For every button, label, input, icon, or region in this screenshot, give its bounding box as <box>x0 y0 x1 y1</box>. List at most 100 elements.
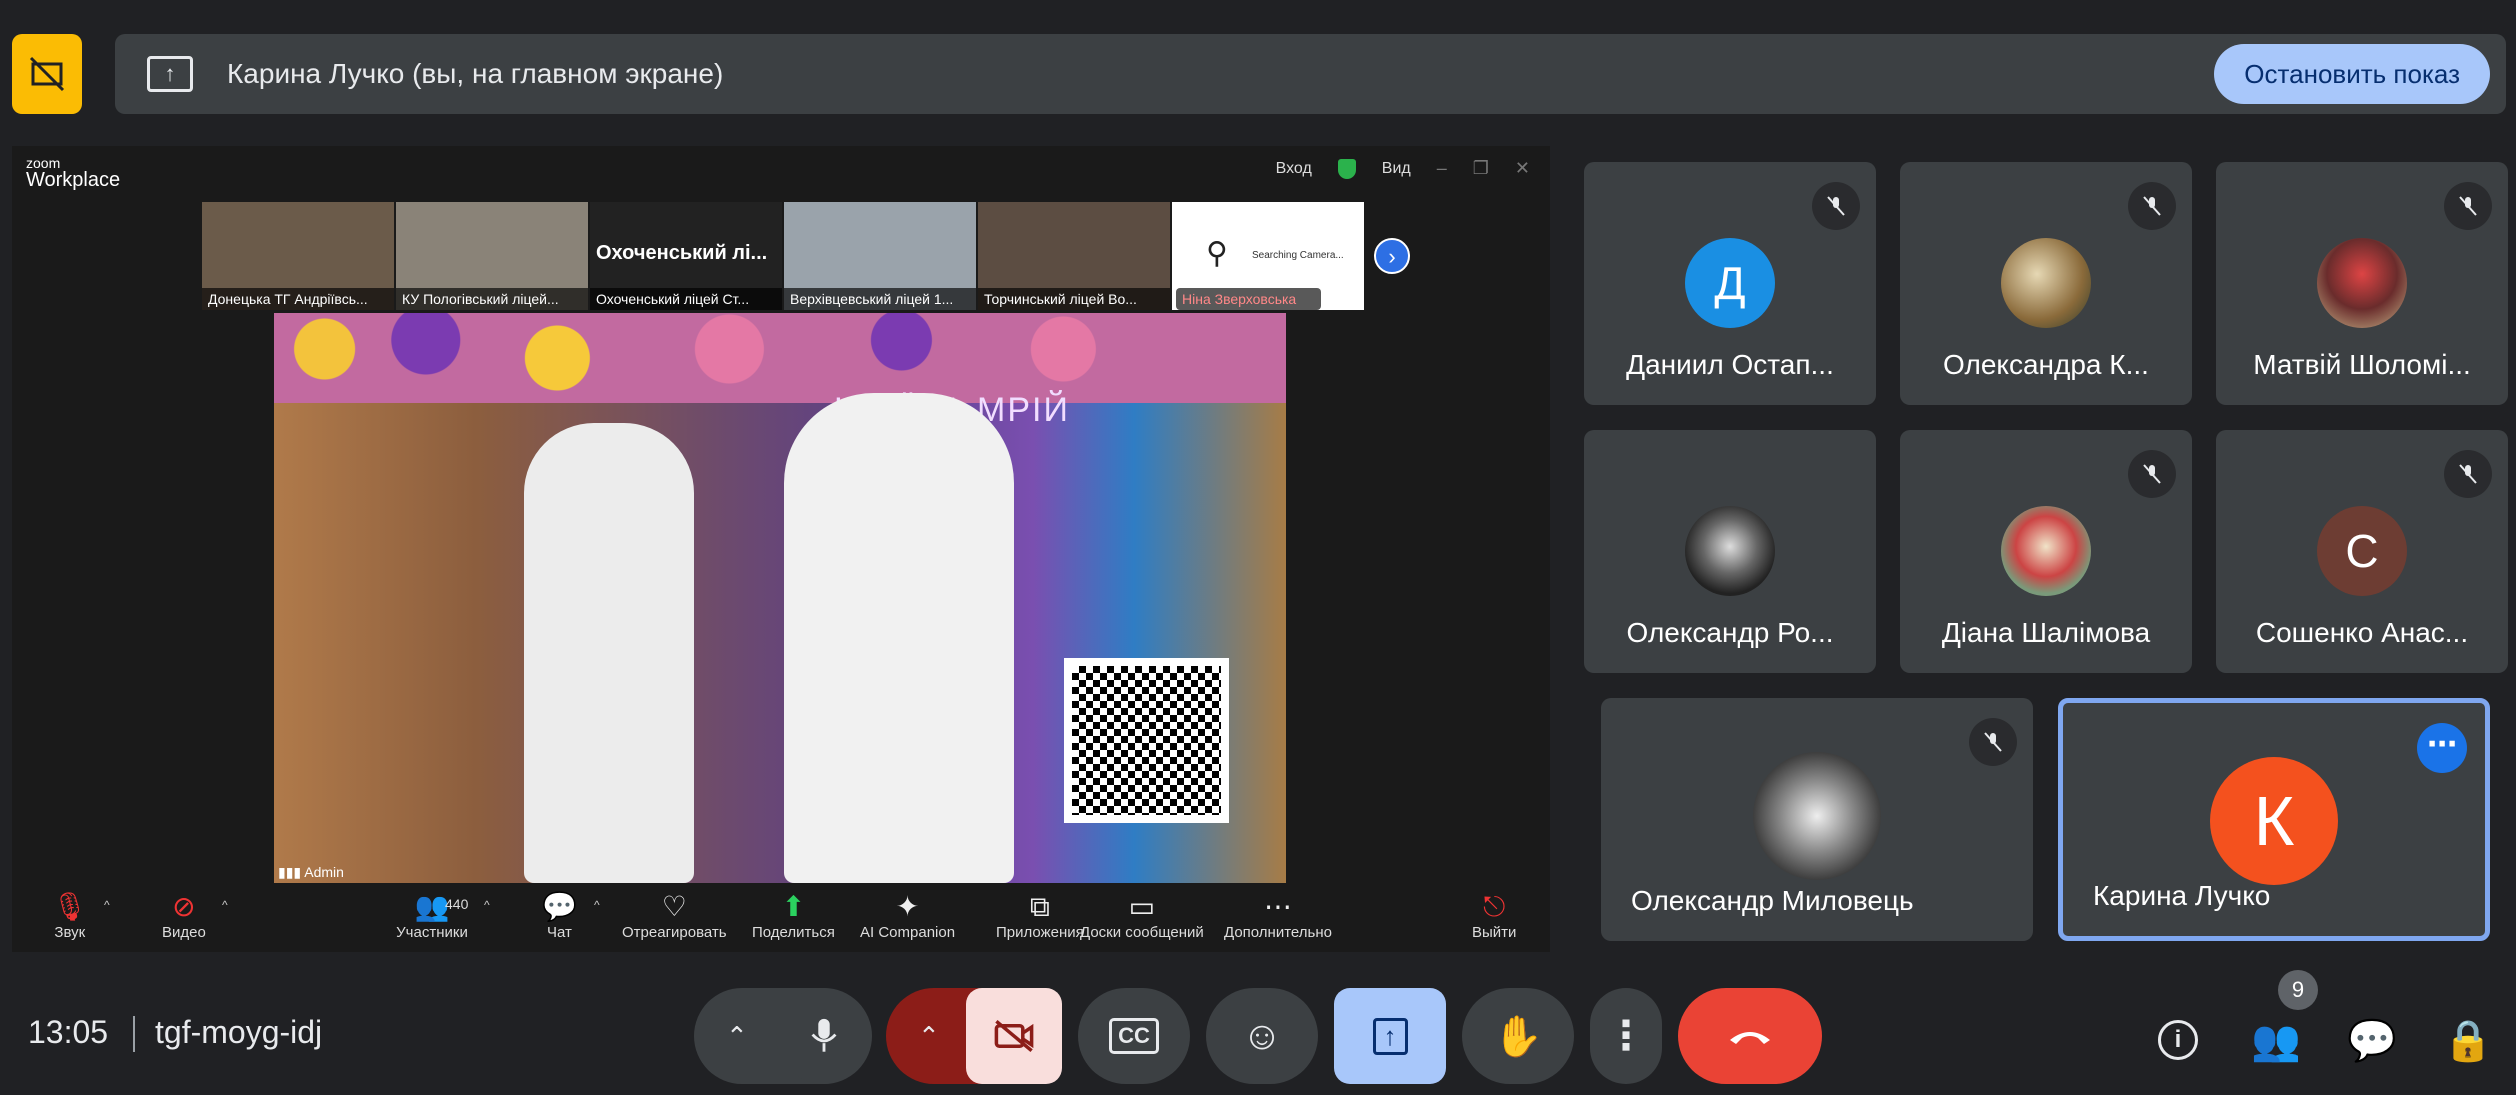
maximize-icon[interactable]: ❐ <box>1473 158 1489 179</box>
participants-count-badge: 9 <box>2278 970 2318 1010</box>
captions-button[interactable]: CC <box>1078 988 1190 1084</box>
participant-name: Сошенко Анас... <box>2255 617 2469 648</box>
host-controls-icon[interactable]: 🔒 <box>2438 1010 2498 1070</box>
raise-hand-button[interactable]: ✋ <box>1462 988 1574 1084</box>
zoom-boards-button[interactable]: ▭ Доски сообщений <box>1080 890 1204 941</box>
zoom-share-button[interactable]: ⬆ Поделиться <box>752 890 835 941</box>
mic-off-icon <box>2444 182 2492 230</box>
stop-presenting-button[interactable]: Остановить показ <box>2214 44 2490 104</box>
chevron-up-icon: ⌃ <box>918 1020 940 1051</box>
video-off-icon <box>994 1019 1034 1053</box>
qr-code <box>1064 658 1229 823</box>
participant-name: Діана Шалімова <box>1941 617 2151 648</box>
mic-off-icon <box>2128 450 2176 498</box>
avatar: К <box>2210 757 2338 885</box>
zoom-chat-label: Чат <box>546 924 572 941</box>
participant-name: Матвій Шоломі... <box>2253 349 2471 380</box>
mic-button[interactable] <box>776 988 872 1084</box>
emoji-icon: ☺ <box>1241 1013 1283 1058</box>
mic-off-icon <box>2128 182 2176 230</box>
participant-tile-self[interactable]: ⋯ К Карина Лучко <box>2058 698 2490 941</box>
participant-tile[interactable]: Матвій Шоломі... <box>2216 162 2508 405</box>
participant-tile[interactable]: Олександра К... <box>1900 162 2192 405</box>
mic-icon <box>811 1018 837 1052</box>
speaker-video: КРАЇНА МРІЙ ▮▮▮ Admin <box>274 313 1286 883</box>
participant-tile[interactable]: Олександр Миловець <box>1601 698 2033 941</box>
zoom-more-button[interactable]: ⋯ Дополнительно <box>1224 890 1332 941</box>
zoom-apps-label: Приложения <box>996 924 1084 941</box>
end-call-icon <box>1730 1032 1770 1044</box>
more-options-button[interactable]: ⋮ <box>1590 988 1662 1084</box>
participant-name: Олександра К... <box>1943 349 2149 380</box>
zoom-more-label: Дополнительно <box>1224 924 1332 941</box>
mic-off-icon <box>2444 450 2492 498</box>
zoom-sound-button[interactable]: 🎙 Звук <box>52 890 88 941</box>
zoom-ai-button[interactable]: ✦ AI Companion <box>860 890 955 941</box>
chat-icon[interactable]: 💬 <box>2342 1010 2402 1070</box>
participants-count: 440 <box>445 896 469 912</box>
participant-tile[interactable]: Олександр Ро... <box>1584 430 1876 673</box>
close-icon[interactable]: ✕ <box>1515 158 1530 179</box>
participant-tile[interactable]: Діана Шалімова <box>1900 430 2192 673</box>
zoom-logo: zoom Workplace <box>26 155 121 191</box>
zoom-login-link[interactable]: Вход <box>1276 160 1312 178</box>
divider <box>133 1016 135 1052</box>
thumbnail-label: КУ Пологівський ліцей... <box>396 288 588 310</box>
zoom-leave-button[interactable]: ⎋ Выйти <box>1472 890 1516 941</box>
people-icon[interactable]: 👥 <box>2246 1010 2306 1070</box>
meeting-info-icon[interactable]: i <box>2148 1010 2208 1070</box>
thumbnail[interactable]: Верхівцевський ліцей 1... <box>784 202 976 310</box>
chevron-up-icon: ⌃ <box>726 1020 748 1051</box>
participant-name: Олександр Ро... <box>1626 617 1834 648</box>
meeting-code: tgf-moyg-idj <box>155 1014 323 1050</box>
more-vert-icon: ⋮ <box>1606 1014 1646 1058</box>
thumbnail-name: Охоченський лі... <box>596 242 768 264</box>
thumbnail[interactable]: КУ Пологівський ліцей... <box>396 202 588 310</box>
zoom-apps-button[interactable]: ⧉ Приложения <box>996 890 1084 941</box>
shield-icon <box>1337 158 1356 179</box>
zoom-share-label: Поделиться <box>752 924 835 941</box>
shared-screen: zoom Workplace Вход Вид – ❐ ✕ Донецька Т… <box>12 146 1550 952</box>
thumbnail-label: Охоченський ліцей Ст... <box>590 288 782 310</box>
zoom-view-menu[interactable]: Вид <box>1382 160 1411 178</box>
zoom-chat-button[interactable]: 💬 Чат <box>542 890 577 941</box>
presentation-warning-icon[interactable] <box>12 34 82 114</box>
participant-tile[interactable]: Д Даниил Остап... <box>1584 162 1876 405</box>
share-icon: ⬆ <box>781 891 806 922</box>
zoom-participants-button[interactable]: 👥 440 Участники <box>387 890 477 941</box>
video-user-label: ▮▮▮ Admin <box>278 864 344 881</box>
next-page-icon[interactable]: › <box>1374 238 1410 274</box>
zoom-video-button[interactable]: ⊘ Видео <box>162 890 206 941</box>
participant-name: Карина Лучко <box>2093 880 2271 911</box>
magnifier-icon: ⚲ <box>1206 237 1228 270</box>
avatar: С <box>2317 506 2407 596</box>
present-icon: ↑ <box>1372 1017 1408 1055</box>
balloons <box>274 313 1286 403</box>
participant-name: Даниил Остап... <box>1626 349 1834 380</box>
more-options-icon[interactable]: ⋯ <box>2417 723 2467 773</box>
camera-button[interactable] <box>966 988 1062 1084</box>
chat-icon: 💬 <box>542 891 577 922</box>
thumbnail[interactable]: Торчинський ліцей Во... <box>978 202 1170 310</box>
meeting-time: 13:05 <box>28 1014 109 1050</box>
thumbnail-label: Верхівцевський ліцей 1... <box>784 288 976 310</box>
board-icon: ▭ <box>1128 891 1156 922</box>
present-button[interactable]: ↑ <box>1334 988 1446 1084</box>
thumbnail-label: Ніна Зверховська <box>1176 288 1321 310</box>
more-icon: ⋯ <box>1263 891 1292 922</box>
mic-off-icon <box>1812 182 1860 230</box>
participant-name: Олександр Миловець <box>1631 885 1914 916</box>
zoom-sound-label: Звук <box>54 924 86 941</box>
mic-off-icon: 🎙 <box>52 891 88 922</box>
zoom-react-button[interactable]: ♡ Отреагировать <box>622 890 727 941</box>
leave-call-button[interactable] <box>1678 988 1822 1084</box>
thumbnail[interactable]: Донецька ТГ Андріївсь... <box>202 202 394 310</box>
captions-icon: CC <box>1109 1018 1159 1054</box>
zoom-thumbnail-strip: Донецька ТГ Андріївсь... КУ Пологівський… <box>202 202 1372 310</box>
thumbnail-label: Торчинський ліцей Во... <box>978 288 1170 310</box>
reactions-button[interactable]: ☺ <box>1206 988 1318 1084</box>
minimize-icon[interactable]: – <box>1437 158 1447 179</box>
thumbnail[interactable]: ⚲ Searching Camera... Ніна Зверховська <box>1172 202 1364 310</box>
thumbnail[interactable]: Охоченський лі... Охоченський ліцей Ст... <box>590 202 782 310</box>
participant-tile[interactable]: С Сошенко Анас... <box>2216 430 2508 673</box>
